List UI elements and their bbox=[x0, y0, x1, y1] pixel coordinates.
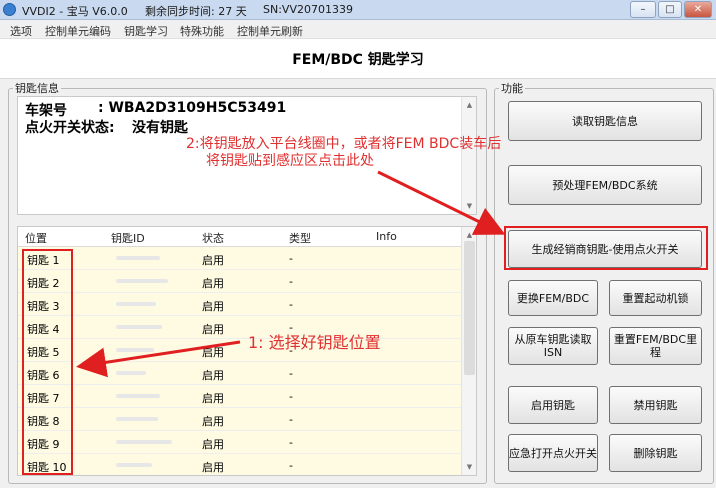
cell-status: 启用 bbox=[202, 254, 224, 267]
menu-options[interactable]: 选项 bbox=[10, 23, 32, 39]
scroll-down-icon[interactable]: ▼ bbox=[462, 202, 477, 210]
table-row[interactable]: 钥匙 9 启用 - bbox=[18, 431, 463, 454]
cell-type: - bbox=[289, 459, 293, 472]
hint-step2-line2: 将钥匙贴到感应区点击此处 bbox=[206, 153, 374, 169]
col-position: 位置 bbox=[25, 232, 47, 245]
table-scrollbar[interactable]: ▲ ▼ bbox=[461, 227, 476, 475]
key-info-legend: 钥匙信息 bbox=[15, 82, 59, 95]
col-info: Info bbox=[376, 230, 397, 243]
read-isn-line1: 从原车钥匙读取 bbox=[514, 333, 592, 346]
cell-type: - bbox=[289, 367, 293, 380]
table-row[interactable]: 钥匙 8 启用 - bbox=[18, 408, 463, 431]
redacted-key-id bbox=[116, 325, 162, 329]
disable-key-button[interactable]: 禁用钥匙 bbox=[609, 386, 702, 424]
cell-position: 钥匙 2 bbox=[27, 277, 60, 290]
cell-status: 启用 bbox=[202, 438, 224, 451]
scroll-up-icon[interactable]: ▲ bbox=[462, 231, 476, 239]
table-row[interactable]: 钥匙 5 启用 - bbox=[18, 339, 463, 362]
table-row[interactable]: 钥匙 2 启用 - bbox=[18, 270, 463, 293]
cell-status: 启用 bbox=[202, 392, 224, 405]
vin-value: : WBA2D3109H5C53491 bbox=[98, 100, 287, 116]
cell-position: 钥匙 3 bbox=[27, 300, 60, 313]
functions-legend: 功能 bbox=[501, 82, 523, 95]
col-type: 类型 bbox=[289, 232, 311, 245]
minimize-icon[interactable]: – bbox=[630, 1, 656, 18]
page-header: FEM/BDC 钥匙学习 bbox=[0, 39, 716, 79]
redacted-key-id bbox=[116, 440, 172, 444]
hint-step1: 1: 选择好钥匙位置 bbox=[248, 333, 381, 352]
cell-status: 启用 bbox=[202, 300, 224, 313]
scrollbar-thumb[interactable] bbox=[464, 241, 475, 375]
info-scrollbar[interactable]: ▲ ▼ bbox=[461, 97, 476, 214]
table-row[interactable]: 钥匙 4 启用 - bbox=[18, 316, 463, 339]
table-header: 位置 钥匙ID 状态 类型 Info bbox=[18, 227, 463, 247]
table-row[interactable]: 钥匙 1 启用 - bbox=[18, 247, 463, 270]
cell-position: 钥匙 9 bbox=[27, 438, 60, 451]
page-title: FEM/BDC 钥匙学习 bbox=[292, 52, 424, 68]
preprocess-fem-bdc-button[interactable]: 预处理FEM/BDC系统 bbox=[508, 165, 702, 205]
menu-key-learn[interactable]: 钥匙学习 bbox=[124, 23, 168, 39]
table-row[interactable]: 钥匙 10 启用 - bbox=[18, 454, 463, 475]
menu-special-functions[interactable]: 特殊功能 bbox=[180, 23, 224, 39]
cell-position: 钥匙 4 bbox=[27, 323, 60, 336]
cell-position: 钥匙 7 bbox=[27, 392, 60, 405]
cell-position: 钥匙 1 bbox=[27, 254, 60, 267]
col-status: 状态 bbox=[202, 232, 224, 245]
close-icon[interactable]: ✕ bbox=[684, 1, 712, 18]
cell-position: 钥匙 8 bbox=[27, 415, 60, 428]
cell-position: 钥匙 10 bbox=[27, 461, 67, 474]
redacted-key-id bbox=[116, 394, 160, 398]
cell-position: 钥匙 6 bbox=[27, 369, 60, 382]
cell-type: - bbox=[289, 413, 293, 426]
read-key-info-button[interactable]: 读取钥匙信息 bbox=[508, 101, 702, 141]
delete-key-button[interactable]: 删除钥匙 bbox=[609, 434, 702, 472]
emergency-ignition-button[interactable]: 应急打开点火开关 bbox=[508, 434, 598, 472]
redacted-key-id bbox=[116, 302, 156, 306]
key-table: 位置 钥匙ID 状态 类型 Info 钥匙 1 启用 - 钥匙 2 启用 - 钥匙 3 启用 -… bbox=[17, 226, 477, 476]
cell-status: 启用 bbox=[202, 277, 224, 290]
table-row[interactable]: 钥匙 6 启用 - bbox=[18, 362, 463, 385]
redacted-key-id bbox=[116, 256, 160, 260]
redacted-key-id bbox=[116, 348, 154, 352]
reset-immobilizer-button[interactable]: 重置起动机锁 bbox=[609, 280, 702, 316]
redacted-key-id bbox=[116, 417, 158, 421]
cell-status: 启用 bbox=[202, 346, 224, 359]
app-icon bbox=[3, 3, 16, 16]
title-bar: VVDI2 - 宝马 V6.0.0 剩余同步时间: 27 天 SN:VV2070… bbox=[0, 0, 716, 20]
redacted-key-id bbox=[116, 279, 168, 283]
enable-key-button[interactable]: 启用钥匙 bbox=[508, 386, 598, 424]
cell-status: 启用 bbox=[202, 369, 224, 382]
generate-dealer-key-button[interactable]: 生成经销商钥匙-使用点火开关 bbox=[508, 230, 702, 268]
cell-type: - bbox=[289, 275, 293, 288]
maximize-icon[interactable]: □ bbox=[658, 1, 682, 18]
scroll-up-icon[interactable]: ▲ bbox=[462, 101, 477, 109]
ignition-status-value: 没有钥匙 bbox=[132, 120, 188, 136]
read-isn-button[interactable]: 从原车钥匙读取 ISN bbox=[508, 327, 598, 365]
serial-number: SN:VV20701339 bbox=[263, 3, 353, 16]
replace-fem-bdc-button[interactable]: 更换FEM/BDC bbox=[508, 280, 598, 316]
cell-type: - bbox=[289, 298, 293, 311]
col-key-id: 钥匙ID bbox=[111, 232, 145, 245]
sync-remaining: 剩余同步时间: 27 天 bbox=[145, 5, 247, 18]
redacted-key-id bbox=[116, 371, 146, 375]
table-row[interactable]: 钥匙 3 启用 - bbox=[18, 293, 463, 316]
cell-type: - bbox=[289, 436, 293, 449]
ignition-status-label: 点火开关状态: bbox=[25, 120, 115, 136]
menu-bar: 选项 控制单元编码 钥匙学习 特殊功能 控制单元刷新 bbox=[0, 20, 716, 39]
menu-ecu-coding[interactable]: 控制单元编码 bbox=[45, 23, 111, 39]
cell-status: 启用 bbox=[202, 415, 224, 428]
menu-ecu-flash[interactable]: 控制单元刷新 bbox=[237, 23, 303, 39]
cell-position: 钥匙 5 bbox=[27, 346, 60, 359]
table-row[interactable]: 钥匙 7 启用 - bbox=[18, 385, 463, 408]
cell-status: 启用 bbox=[202, 323, 224, 336]
scroll-down-icon[interactable]: ▼ bbox=[462, 463, 476, 471]
cell-status: 启用 bbox=[202, 461, 224, 474]
cell-type: - bbox=[289, 390, 293, 403]
redacted-key-id bbox=[116, 463, 152, 467]
reset-mileage-button[interactable]: 重置FEM/BDC里程 bbox=[609, 327, 702, 365]
window-title: VVDI2 - 宝马 V6.0.0 bbox=[22, 5, 128, 18]
cell-type: - bbox=[289, 252, 293, 265]
read-isn-line2: ISN bbox=[543, 346, 563, 359]
